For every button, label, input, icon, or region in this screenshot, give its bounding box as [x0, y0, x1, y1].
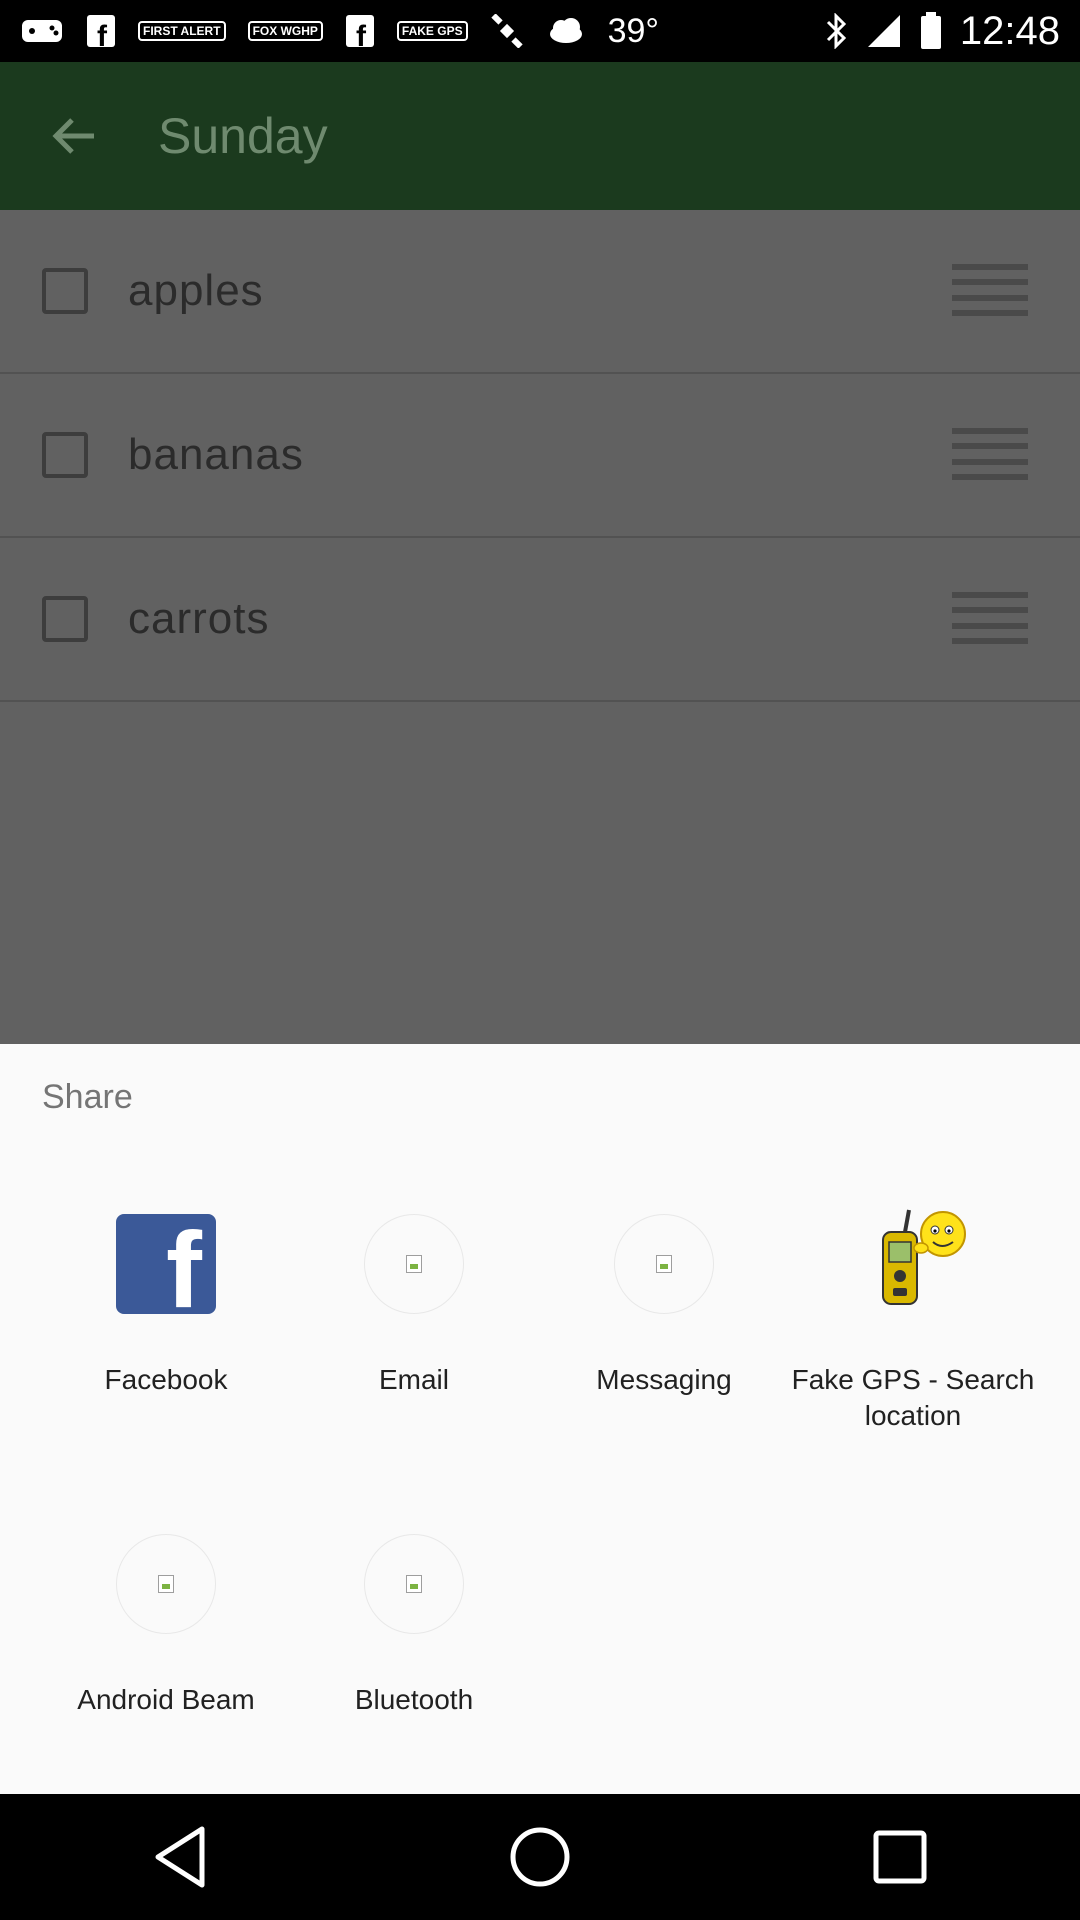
- page-title: Sunday: [158, 108, 328, 164]
- signal-icon: [866, 13, 902, 49]
- weather-icon: [546, 16, 586, 46]
- back-nav-button[interactable]: [120, 1797, 240, 1917]
- share-target-email[interactable]: Email: [289, 1204, 539, 1398]
- status-bar: f FIRST ALERT FOX WGHP f FAKE GPS 39° 12…: [0, 0, 1080, 62]
- app-bar: Sunday: [0, 62, 1080, 210]
- share-target-label: Messaging: [596, 1364, 732, 1395]
- list-item[interactable]: carrots: [0, 538, 1080, 702]
- drag-handle-icon[interactable]: [952, 592, 1028, 644]
- list-item[interactable]: apples: [0, 210, 1080, 374]
- item-label: bananas: [128, 430, 304, 479]
- back-button[interactable]: [0, 62, 148, 210]
- item-checkbox[interactable]: [42, 268, 88, 314]
- share-target-android-beam[interactable]: Android Beam: [41, 1524, 291, 1718]
- home-nav-button[interactable]: [480, 1797, 600, 1917]
- fox-wghp-icon: FOX WGHP: [247, 21, 323, 41]
- gamepad-icon: [20, 16, 64, 46]
- share-target-label: Fake GPS - Search location: [791, 1364, 1035, 1431]
- item-checkbox[interactable]: [42, 596, 88, 642]
- notification-icons: f FIRST ALERT FOX WGHP f FAKE GPS 39°: [20, 12, 659, 51]
- share-target-facebook[interactable]: f Facebook: [41, 1204, 291, 1398]
- share-target-messaging[interactable]: Messaging: [539, 1204, 789, 1398]
- share-target-label: Android Beam: [77, 1684, 255, 1715]
- android-beam-icon: [116, 1534, 216, 1634]
- list-item[interactable]: bananas: [0, 374, 1080, 538]
- share-sheet: Share f Facebook Email Messaging Fake GP…: [0, 1044, 1080, 1794]
- first-alert-icon: FIRST ALERT: [138, 21, 226, 41]
- svg-text:f: f: [356, 20, 367, 48]
- satellite-icon: [490, 14, 524, 48]
- item-label: carrots: [128, 594, 270, 643]
- fake-gps-icon: [882, 1209, 966, 1305]
- arrow-left-icon: [52, 118, 94, 154]
- drag-handle-icon[interactable]: [952, 264, 1028, 316]
- email-icon: [364, 1214, 464, 1314]
- shopping-list: apples bananas carrots: [0, 210, 1080, 1044]
- fake-gps-icon: FAKE GPS: [396, 21, 468, 41]
- navigation-bar: [0, 1794, 1080, 1920]
- item-label: apples: [128, 266, 264, 315]
- item-checkbox[interactable]: [42, 432, 88, 478]
- share-target-fake-gps[interactable]: Fake GPS - Search location: [788, 1204, 1038, 1434]
- share-target-label: Email: [378, 1364, 449, 1395]
- messaging-icon: [614, 1214, 714, 1314]
- bluetooth-status-icon: [824, 13, 848, 49]
- back-triangle-icon: [155, 1826, 205, 1888]
- share-title: Share: [42, 1078, 133, 1116]
- drag-handle-icon[interactable]: [952, 428, 1028, 480]
- recents-square-icon: [873, 1830, 927, 1884]
- home-circle-icon: [510, 1827, 570, 1887]
- facebook-notification-icon-2: f: [345, 14, 375, 48]
- svg-text:f: f: [97, 20, 108, 48]
- share-target-bluetooth[interactable]: Bluetooth: [289, 1524, 539, 1718]
- battery-icon: [920, 12, 942, 50]
- recents-nav-button[interactable]: [840, 1797, 960, 1917]
- share-target-label: Bluetooth: [354, 1684, 474, 1715]
- system-icons: 12:48: [824, 9, 1060, 54]
- share-target-label: Facebook: [104, 1364, 228, 1395]
- clock-text: 12:48: [959, 8, 1060, 53]
- facebook-icon: f: [116, 1214, 216, 1314]
- temperature-text: 39°: [607, 11, 660, 50]
- bluetooth-icon: [364, 1534, 464, 1634]
- facebook-notification-icon: f: [86, 14, 116, 48]
